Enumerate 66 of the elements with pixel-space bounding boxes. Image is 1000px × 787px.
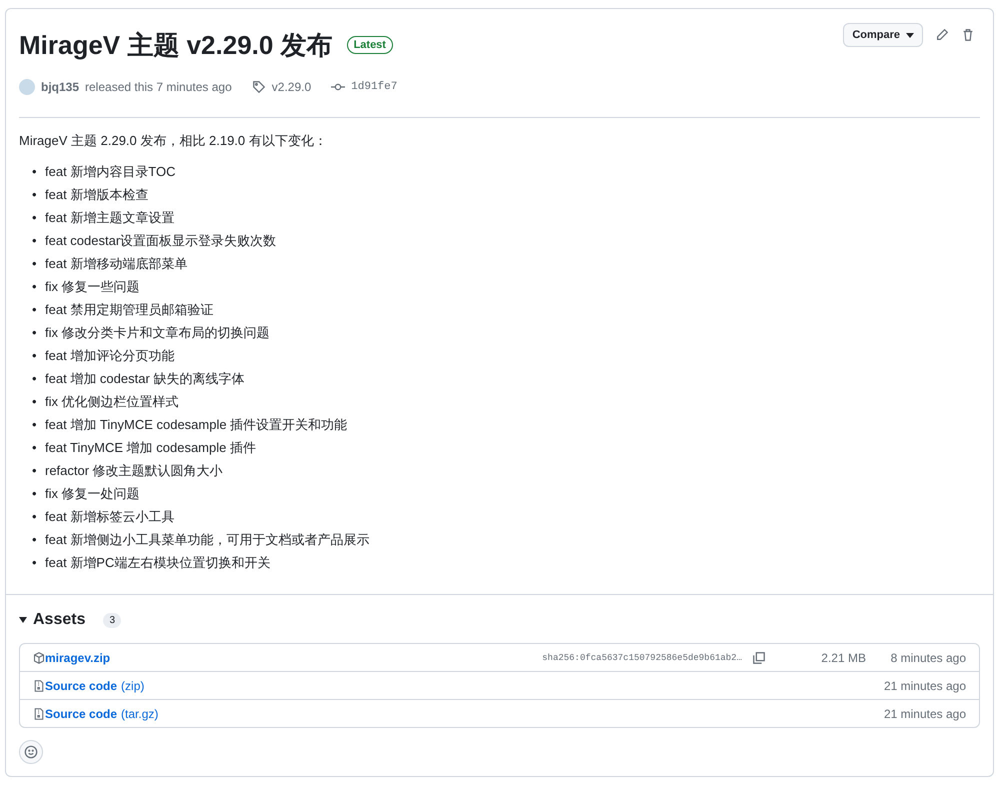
note-item: fix 优化侧边栏位置样式 (45, 393, 179, 411)
pencil-icon (935, 28, 949, 42)
zip-file-icon (33, 680, 45, 692)
note-item: feat 增加 codestar 缺失的离线字体 (45, 370, 244, 388)
package-icon (33, 652, 45, 664)
bullet: • (32, 531, 38, 549)
notes-intro: MirageV 主题 2.29.0 发布，相比 2.19.0 有以下变化： (19, 132, 328, 150)
bullet: • (32, 416, 38, 434)
bullet: • (32, 186, 38, 204)
zip-file-icon (33, 708, 45, 720)
trash-icon (961, 28, 975, 42)
bullet: • (32, 232, 38, 250)
asset-time: 21 minutes ago (882, 678, 966, 692)
bullet: • (32, 209, 38, 227)
bullet: • (32, 508, 38, 526)
note-item: feat 增加 TinyMCE codesample 插件设置开关和功能 (45, 416, 348, 434)
compare-button[interactable]: Compare (843, 23, 923, 47)
bullet: • (32, 393, 38, 411)
bullet: • (32, 554, 38, 572)
caret-icon (906, 32, 914, 38)
bullet: • (32, 278, 38, 296)
bullet: • (32, 324, 38, 342)
avatar (19, 79, 35, 95)
note-item: fix 修复一些问题 (45, 278, 140, 296)
latest-badge: Latest (346, 36, 393, 54)
reaction-button[interactable] (19, 740, 43, 764)
commit-link[interactable]: 1d91fe7 (351, 81, 398, 93)
asset-time: 21 minutes ago (882, 706, 966, 720)
note-item: fix 修复一处问题 (45, 485, 140, 503)
assets-count: 3 (103, 612, 122, 628)
tag-icon (252, 80, 266, 94)
note-item: feat TinyMCE 增加 codesample 插件 (45, 439, 256, 457)
copy-icon (752, 650, 766, 664)
note-item: feat 新增版本检查 (45, 186, 148, 204)
smiley-icon (24, 745, 38, 759)
tag-link[interactable]: v2.29.0 (272, 80, 312, 94)
note-item: feat 增加评论分页功能 (45, 347, 174, 365)
sha-text: sha256:0fca5637c150792586e5de9b61ab2… (542, 652, 742, 662)
release-title: MirageV 主题 v2.29.0 发布 (19, 29, 333, 62)
note-item: feat 新增主题文章设置 (45, 209, 174, 227)
author-link[interactable]: bjq135 (41, 80, 80, 94)
asset-link[interactable]: miragev.zip (33, 650, 110, 664)
note-item: fix 修改分类卡片和文章布局的切换问题 (45, 324, 270, 342)
note-item: refactor 修改主题默认圆角大小 (45, 462, 223, 480)
note-item: feat 新增标签云小工具 (45, 508, 174, 526)
asset-size: 2.21 MB (820, 650, 866, 664)
note-item: feat 新增内容目录TOC (45, 163, 176, 181)
bullet: • (32, 439, 38, 457)
released-text: released this 7 minutes ago (85, 80, 232, 94)
note-item: feat codestar设置面板显示登录失败次数 (45, 232, 276, 250)
note-item: feat 新增侧边小工具菜单功能，可用于文档或者产品展示 (45, 531, 370, 549)
bullet: • (32, 462, 38, 480)
caret-icon[interactable] (19, 617, 27, 623)
bullet: • (32, 301, 38, 319)
bullet: • (32, 163, 38, 181)
asset-link[interactable]: Source code (tar.gz) (33, 706, 158, 720)
note-item: feat 新增PC端左右模块位置切换和开关 (45, 554, 270, 572)
bullet: • (32, 347, 38, 365)
note-item: feat 新增移动端底部菜单 (45, 255, 188, 273)
bullet: • (32, 370, 38, 388)
note-item: feat 禁用定期管理员邮箱验证 (45, 301, 214, 319)
bullet: • (32, 485, 38, 503)
bullet: • (32, 255, 38, 273)
asset-time: 8 minutes ago (890, 650, 966, 664)
asset-link[interactable]: Source code (zip) (33, 678, 144, 692)
assets-title: Assets (33, 611, 86, 629)
